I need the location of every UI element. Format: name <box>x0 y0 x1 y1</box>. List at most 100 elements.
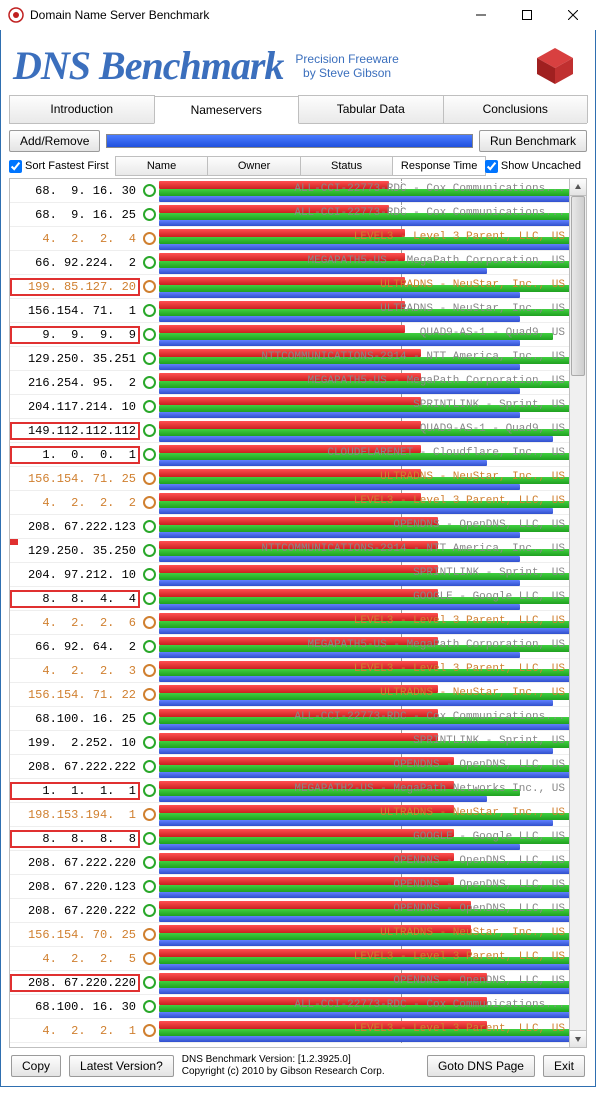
column-tab-owner[interactable]: Owner <box>207 156 301 176</box>
table-row[interactable]: 1. 1. 1. 1MEGAPATH2-US - MegaPath Networ… <box>10 779 569 803</box>
red-bar <box>159 565 438 573</box>
response-bars: GOOGLE - Google LLC, US <box>159 827 569 851</box>
table-row[interactable]: 8. 8. 4. 4GOOGLE - Google LLC, US <box>10 587 569 611</box>
response-bars: LEVEL3 - Level 3 Parent, LLC, US <box>159 611 569 635</box>
scrollbar-thumb[interactable] <box>571 196 585 376</box>
response-bars: LEVEL3 - Level 3 Parent, LLC, US <box>159 947 569 971</box>
app-icon <box>8 7 24 23</box>
vertical-scrollbar[interactable] <box>570 178 587 1048</box>
table-row[interactable]: 9. 9. 9. 9QUAD9-AS-1 - Quad9, US <box>10 323 569 347</box>
response-bars: MEGAPATH2-US - MegaPath Networks Inc., U… <box>159 779 569 803</box>
table-row[interactable]: 4. 2. 2. 4LEVEL3 - Level 3 Parent, LLC, … <box>10 227 569 251</box>
table-row[interactable]: 208. 67.222.222OPENDNS - OpenDNS, LLC, U… <box>10 755 569 779</box>
ip-address: 68.100. 16. 25 <box>10 712 140 726</box>
ip-address: 1. 0. 0. 1 <box>10 446 140 464</box>
table-row[interactable]: 4. 2. 2. 3LEVEL3 - Level 3 Parent, LLC, … <box>10 659 569 683</box>
minimize-button[interactable] <box>458 0 504 30</box>
table-row[interactable]: 208. 67.220.222OPENDNS - OpenDNS, LLC, U… <box>10 899 569 923</box>
table-row[interactable]: 208. 67.220.123OPENDNS - OpenDNS, LLC, U… <box>10 875 569 899</box>
ip-address: 9. 9. 9. 9 <box>10 326 140 344</box>
run-benchmark-button[interactable]: Run Benchmark <box>479 130 587 152</box>
column-tab-status[interactable]: Status <box>300 156 394 176</box>
table-row[interactable]: 8. 8. 8. 8GOOGLE - Google LLC, US <box>10 827 569 851</box>
ip-address: 149.112.112.112 <box>10 422 140 440</box>
response-bars: OPENDNS - OpenDNS, LLC, US <box>159 971 569 995</box>
table-row[interactable]: 66. 92.224. 2MEGAPATH5-US - MegaPath Cor… <box>10 251 569 275</box>
table-row[interactable]: 204. 97.212. 10SPRINTLINK - Sprint, US <box>10 563 569 587</box>
status-indicator <box>143 208 156 221</box>
status-indicator <box>143 736 156 749</box>
table-row[interactable]: 68. 9. 16. 30ALL-CCI-22773-RDC - Cox Com… <box>10 179 569 203</box>
table-row[interactable]: 198.153.194. 1ULTRADNS - NeuStar, Inc., … <box>10 803 569 827</box>
results-grid: 68. 9. 16. 30ALL-CCI-22773-RDC - Cox Com… <box>9 178 570 1048</box>
server-description: NTTCOMMUNICATIONS-2914 - NTT America, In… <box>261 543 565 555</box>
ip-address: 4. 2. 2. 5 <box>10 952 140 966</box>
response-bars: ULTRADNS - NeuStar, Inc., US <box>159 803 569 827</box>
table-row[interactable]: 66. 92. 64. 2MEGAPATH5-US - MegaPath Cor… <box>10 635 569 659</box>
server-description: OPENDNS - OpenDNS, LLC, US <box>393 975 565 987</box>
blue-bar <box>159 652 520 658</box>
status-indicator <box>143 832 156 845</box>
status-indicator <box>143 544 156 557</box>
table-row[interactable]: 156.154. 71. 22ULTRADNS - NeuStar, Inc.,… <box>10 683 569 707</box>
table-row[interactable]: 4. 2. 2. 6LEVEL3 - Level 3 Parent, LLC, … <box>10 611 569 635</box>
server-description: ULTRADNS - NeuStar, Inc., US <box>380 687 565 699</box>
server-description: MEGAPATH5-US - MegaPath Corporation, US <box>308 255 565 267</box>
table-row[interactable]: 149.112.112.112QUAD9-AS-1 - Quad9, US <box>10 419 569 443</box>
response-bars: ALL-CCI-22773-RDC - Cox Communications..… <box>159 203 569 227</box>
table-row[interactable]: 156.154. 70. 25ULTRADNS - NeuStar, Inc.,… <box>10 923 569 947</box>
table-row[interactable]: 204.117.214. 10SPRINTLINK - Sprint, US <box>10 395 569 419</box>
table-row[interactable]: 216.254. 95. 2MEGAPATH5-US - MegaPath Co… <box>10 371 569 395</box>
server-description: OPENDNS - OpenDNS, LLC, US <box>393 519 565 531</box>
exit-button[interactable]: Exit <box>543 1055 585 1077</box>
table-row[interactable]: 156.154. 71. 25ULTRADNS - NeuStar, Inc.,… <box>10 467 569 491</box>
column-tab-response-time[interactable]: Response Time <box>392 156 486 176</box>
table-row[interactable]: 129.250. 35.250NTTCOMMUNICATIONS-2914 - … <box>10 539 569 563</box>
table-row[interactable]: 208. 67.220.220 OPENDNS - OpenDNS, LLC, U… <box>10 971 569 995</box>
ip-address: 199. 85.127. 20 <box>10 278 140 296</box>
tab-introduction[interactable]: Introduction <box>9 95 155 123</box>
blue-bar <box>159 508 553 514</box>
blue-bar <box>159 964 570 970</box>
table-row[interactable]: 4. 2. 2. 2LEVEL3 - Level 3 Parent, LLC, … <box>10 491 569 515</box>
table-row[interactable]: 4. 2. 2. 1LEVEL3 - Level 3 Parent, LLC, … <box>10 1019 569 1043</box>
ip-address: 208. 67.220.220 <box>10 974 140 992</box>
blue-bar <box>159 772 570 778</box>
table-row[interactable]: 68.100. 16. 25ALL-CCI-22773-RDC - Cox Co… <box>10 707 569 731</box>
server-description: LEVEL3 - Level 3 Parent, LLC, US <box>354 495 565 507</box>
table-row[interactable]: 199. 2.252. 10SPRINTLINK - Sprint, US <box>10 731 569 755</box>
tab-conclusions[interactable]: Conclusions <box>443 95 589 123</box>
column-tab-name[interactable]: Name <box>115 156 209 176</box>
tab-tabular-data[interactable]: Tabular Data <box>298 95 444 123</box>
copy-button[interactable]: Copy <box>11 1055 61 1077</box>
tab-nameservers[interactable]: Nameservers <box>154 96 300 124</box>
table-row[interactable]: 68.100. 16. 30ALL-CCI-22773-RDC - Cox Co… <box>10 995 569 1019</box>
table-row[interactable]: 129.250. 35.251NTTCOMMUNICATIONS-2914 - … <box>10 347 569 371</box>
status-indicator <box>143 760 156 773</box>
response-bars: NTTCOMMUNICATIONS-2914 - NTT America, In… <box>159 347 569 371</box>
latest-version-button[interactable]: Latest Version? <box>69 1055 174 1077</box>
close-button[interactable] <box>550 0 596 30</box>
scroll-down-button[interactable] <box>570 1030 586 1047</box>
scroll-up-button[interactable] <box>570 179 586 196</box>
table-row[interactable]: 208. 67.222.220OPENDNS - OpenDNS, LLC, U… <box>10 851 569 875</box>
response-bars: OPENDNS - OpenDNS, LLC, US <box>159 875 569 899</box>
blue-bar <box>159 1012 570 1018</box>
maximize-button[interactable] <box>504 0 550 30</box>
server-description: LEVEL3 - Level 3 Parent, LLC, US <box>354 231 565 243</box>
table-row[interactable]: 1. 0. 0. 1CLOUDFLARENET - Cloudflare, In… <box>10 443 569 467</box>
goto-dns-button[interactable]: Goto DNS Page <box>427 1055 535 1077</box>
sort-fastest-checkbox[interactable]: Sort Fastest First <box>9 160 109 173</box>
response-bars: ALL-CCI-22773-RDC - Cox Communications..… <box>159 179 569 203</box>
blue-bar <box>159 916 570 922</box>
show-uncached-checkbox[interactable]: Show Uncached <box>485 160 581 173</box>
ip-address: 66. 92. 64. 2 <box>10 640 140 654</box>
table-row[interactable]: 199. 85.127. 20ULTRADNS - NeuStar, Inc.,… <box>10 275 569 299</box>
table-row[interactable]: 68. 9. 16. 25ALL-CCI-22773-RDC - Cox Com… <box>10 203 569 227</box>
add-remove-button[interactable]: Add/Remove <box>9 130 100 152</box>
table-row[interactable]: 208. 67.222.123OPENDNS - OpenDNS, LLC, U… <box>10 515 569 539</box>
table-row[interactable]: 156.154. 71. 1ULTRADNS - NeuStar, Inc., … <box>10 299 569 323</box>
status-indicator <box>143 1024 156 1037</box>
server-description: LEVEL3 - Level 3 Parent, LLC, US <box>354 615 565 627</box>
table-row[interactable]: 4. 2. 2. 5 LEVEL3 - Level 3 Parent, LLC, … <box>10 947 569 971</box>
